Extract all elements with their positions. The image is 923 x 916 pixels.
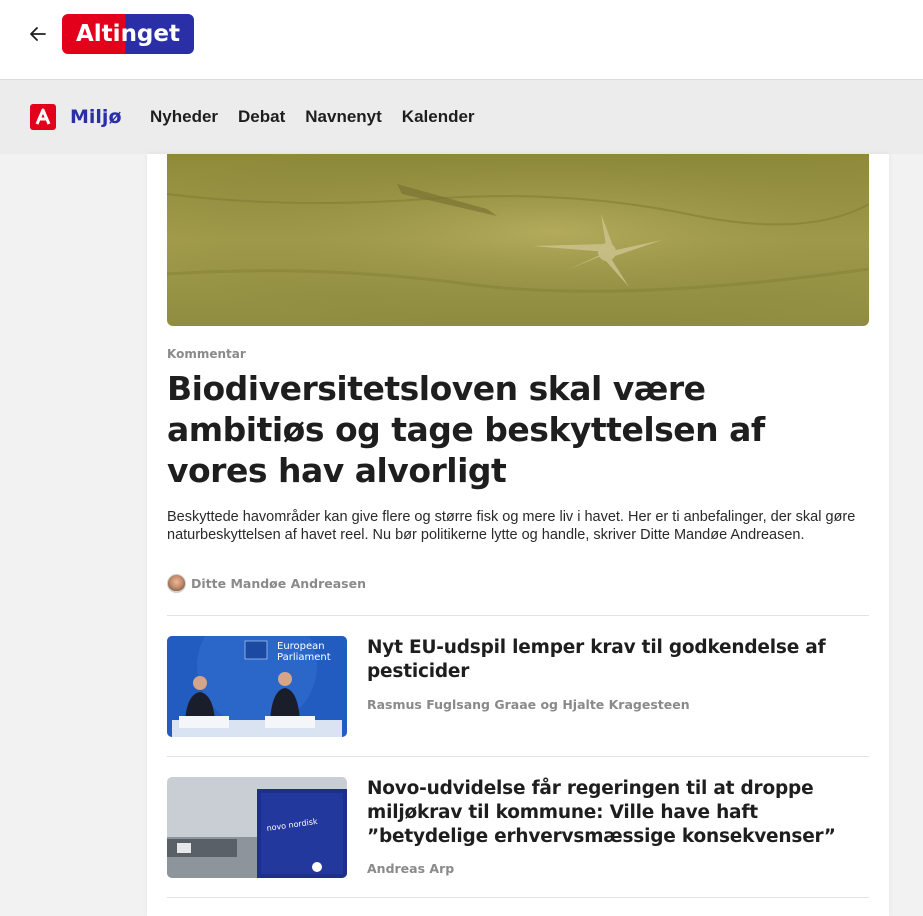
article-list: Kommentar Biodiversitetsloven skal være … [147,154,889,916]
nav-links: Nyheder Debat Navnenyt Kalender [150,104,475,130]
story-title[interactable]: Nyt EU-udspil lemper krav til godkendels… [367,636,867,684]
article-kicker: Kommentar [167,347,246,361]
divider [167,615,869,616]
story-title[interactable]: Novo-udvidelse får regeringen til at dro… [367,777,867,849]
author-avatar [167,573,186,593]
altinget-a-icon [35,108,51,125]
nav-link-navnenyt[interactable]: Navnenyt [305,107,382,127]
story-item[interactable]: European Parliament Nyt EU-udspil lemper… [167,636,869,737]
thumb-label-2: Parliament [277,652,331,663]
article-headline[interactable]: Biodiversitetsloven skal være ambitiøs o… [167,368,867,491]
arrow-left-icon [30,27,46,41]
divider [167,756,869,757]
back-button[interactable] [24,20,52,48]
author-name: Ditte Mandøe Andreasen [191,575,366,591]
story-thumbnail: European Parliament [167,636,347,737]
story-authors: Rasmus Fuglsang Graae og Hjalte Krageste… [367,697,690,712]
logo-text: Altinget [76,21,180,47]
top-bar: Altinget [0,0,923,80]
story-item[interactable]: novo nordisk Novo-udvidelse får regering… [167,777,869,878]
hero-image[interactable] [167,154,869,326]
section-logo-icon[interactable] [30,104,56,130]
nav-link-kalender[interactable]: Kalender [402,107,475,127]
article-lead: Beskyttede havområder kan give flere og … [167,509,856,543]
nav-link-debat[interactable]: Debat [238,107,285,127]
divider [167,897,869,898]
altinget-logo[interactable]: Altinget [62,14,194,54]
nav-link-nyheder[interactable]: Nyheder [150,107,218,127]
story-thumbnail: novo nordisk [167,777,347,878]
story-authors: Andreas Arp [367,861,455,876]
thumb-label-1: European [277,641,325,652]
section-title[interactable]: Miljø [70,104,122,130]
article-byline[interactable]: Ditte Mandøe Andreasen [167,573,366,593]
